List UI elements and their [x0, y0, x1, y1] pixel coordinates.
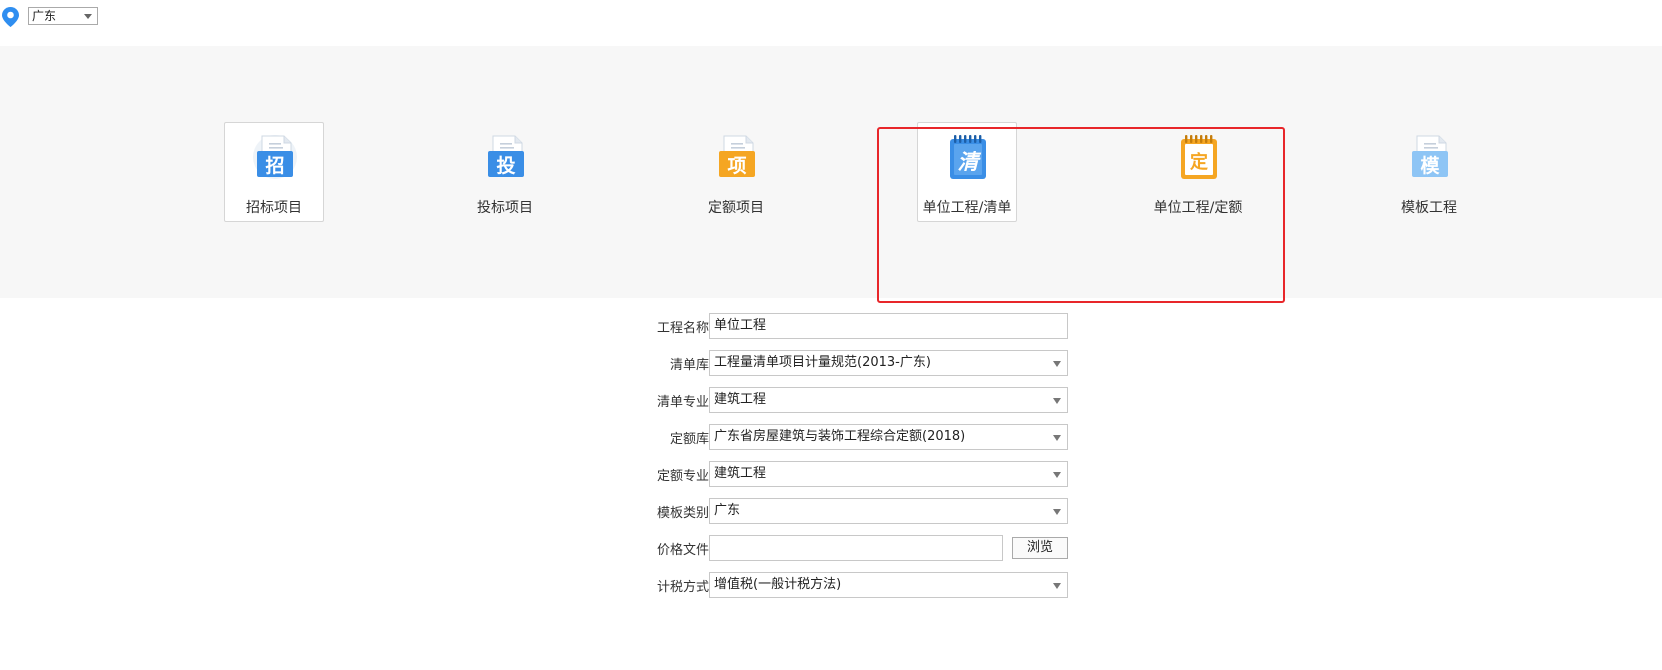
tile-label: 模板工程	[1401, 200, 1457, 216]
chevron-down-icon	[1053, 509, 1061, 515]
bill-library-value: 工程量清单项目计量规范(2013-广东)	[714, 355, 931, 370]
quota-specialty-label: 定额专业	[656, 469, 709, 484]
chevron-down-icon	[1053, 583, 1061, 589]
project-name-value: 单位工程	[714, 318, 767, 333]
template-type-label: 模板类别	[656, 506, 709, 521]
price-file-input[interactable]	[709, 535, 1003, 561]
svg-text:投: 投	[496, 154, 515, 177]
tile-label: 单位工程/清单	[922, 200, 1012, 216]
browse-button[interactable]: 浏览	[1012, 537, 1068, 559]
tile-label: 投标项目	[477, 200, 533, 216]
quota-specialty-select[interactable]: 建筑工程	[709, 461, 1068, 487]
svg-text:招: 招	[265, 154, 284, 177]
svg-text:项: 项	[727, 155, 746, 177]
chevron-down-icon	[1053, 398, 1061, 404]
notebook-qing-icon: 清	[950, 135, 986, 179]
form-row-project-name: 工程名称 单位工程	[640, 313, 1070, 339]
chevron-down-icon	[84, 14, 92, 19]
location-pin-icon	[2, 7, 19, 27]
form-row-tax-method: 计税方式 增值税(一般计税方法)	[640, 572, 1070, 598]
tile-quota-project[interactable]: 项 定额项目	[686, 122, 786, 222]
tile-unit-project-quota[interactable]: 定 单位工程/定额	[1148, 122, 1248, 222]
price-file-label: 价格文件	[656, 543, 709, 558]
template-type-value: 广东	[714, 503, 741, 518]
tax-method-label: 计税方式	[656, 580, 709, 595]
form-row-bill-specialty: 清单专业 建筑工程	[640, 387, 1070, 413]
region-select[interactable]: 广东	[28, 7, 98, 25]
document-zhao-icon: 招	[253, 135, 297, 179]
quota-library-value: 广东省房屋建筑与装饰工程综合定额(2018)	[714, 429, 966, 444]
svg-text:模: 模	[1420, 154, 1440, 177]
quota-specialty-value: 建筑工程	[714, 466, 767, 481]
notebook-ding-icon: 定	[1181, 135, 1217, 179]
tile-bid-project[interactable]: 投 投标项目	[455, 122, 555, 222]
top-bar: 广东	[0, 0, 1662, 34]
bill-specialty-select[interactable]: 建筑工程	[709, 387, 1068, 413]
form-row-template-type: 模板类别 广东	[640, 498, 1070, 524]
tax-method-value: 增值税(一般计税方法)	[714, 577, 842, 592]
document-tou-icon: 投	[488, 135, 524, 177]
tile-tender-project[interactable]: 招 招标项目	[224, 122, 324, 222]
project-name-input[interactable]: 单位工程	[709, 313, 1068, 339]
bill-library-label: 清单库	[669, 358, 709, 373]
form-row-price-file: 价格文件 浏览	[640, 535, 1070, 561]
form-row-quota-specialty: 定额专业 建筑工程	[640, 461, 1070, 487]
tile-label: 定额项目	[708, 200, 764, 216]
bill-library-select[interactable]: 工程量清单项目计量规范(2013-广东)	[709, 350, 1068, 376]
project-name-label: 工程名称	[656, 321, 709, 336]
form-row-bill-library: 清单库 工程量清单项目计量规范(2013-广东)	[640, 350, 1070, 376]
tile-template-project[interactable]: 模 模板工程	[1379, 122, 1479, 222]
chevron-down-icon	[1053, 435, 1061, 441]
template-type-select[interactable]: 广东	[709, 498, 1068, 524]
tax-method-select[interactable]: 增值税(一般计税方法)	[709, 572, 1068, 598]
tile-unit-project-bill[interactable]: 清 单位工程/清单	[917, 122, 1017, 222]
chevron-down-icon	[1053, 361, 1061, 367]
bill-specialty-value: 建筑工程	[714, 392, 767, 407]
chevron-down-icon	[1053, 472, 1061, 478]
form-row-quota-library: 定额库 广东省房屋建筑与装饰工程综合定额(2018)	[640, 424, 1070, 450]
region-select-value: 广东	[32, 9, 57, 23]
tile-label: 招标项目	[246, 200, 302, 216]
svg-text:定: 定	[1190, 151, 1208, 173]
project-type-band: 招 招标项目 投 投标项目 项 定额项目 清 单位工程/清单 定 单位工程/定额…	[0, 46, 1662, 303]
tile-label: 单位工程/定额	[1153, 200, 1243, 216]
document-mo-icon: 模	[1412, 135, 1448, 177]
quota-library-select[interactable]: 广东省房屋建筑与装饰工程综合定额(2018)	[709, 424, 1068, 450]
bill-specialty-label: 清单专业	[656, 395, 709, 410]
document-xiang-icon: 项	[719, 135, 755, 177]
svg-text:清: 清	[958, 150, 982, 174]
quota-library-label: 定额库	[669, 432, 709, 447]
